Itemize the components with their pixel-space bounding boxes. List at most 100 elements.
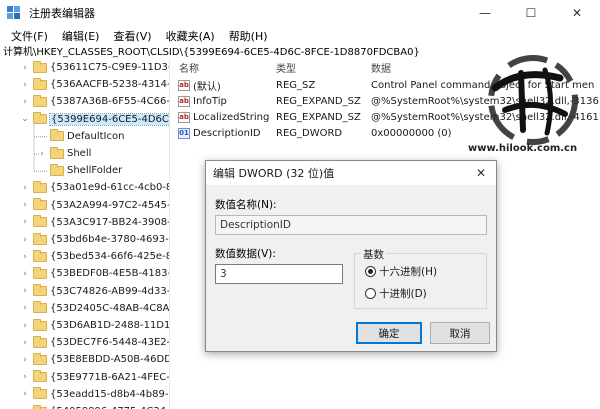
- cancel-button[interactable]: 取消: [430, 322, 490, 344]
- folder-icon: [33, 266, 47, 279]
- tree-item[interactable]: › {53611C75-C9E9-11D3-80: [20, 59, 169, 76]
- folder-icon: [50, 129, 64, 142]
- tree-item[interactable]: › {536AACFB-5238-4314-B4: [20, 76, 169, 93]
- tree-item[interactable]: › {53D6AB1D-2488-11D1-A: [20, 317, 170, 334]
- chevron-right-icon[interactable]: ›: [20, 372, 30, 382]
- value-name: (默认): [193, 81, 221, 93]
- tree-item[interactable]: ›{54058896-4775-4C34-8B: [20, 403, 169, 409]
- tree-item[interactable]: ⌄ {5399E694-6CE5-4D6C-8F: [20, 111, 169, 128]
- folder-icon: [33, 77, 47, 90]
- menu-bar: 文件(F) 编辑(E) 查看(V) 收藏夹(A) 帮助(H): [0, 26, 600, 46]
- folder-icon: [33, 352, 47, 365]
- tree-item[interactable]: › {53eadd15-d8b4-4b89-9c: [20, 386, 170, 403]
- folder-icon: [33, 198, 47, 211]
- tree-item[interactable]: › {53a01e9d-61cc-4cb0-83b: [20, 179, 169, 196]
- folder-icon: [33, 215, 47, 228]
- tree-item-label: {53bed534-66f6-425e-8b7: [50, 251, 169, 263]
- tree-item-label: {53611C75-C9E9-11D3-80: [50, 62, 169, 73]
- dialog-title: 编辑 DWORD (32 位)值: [213, 167, 335, 180]
- folder-icon: [33, 335, 47, 348]
- menu-favorites[interactable]: 收藏夹(A): [159, 28, 222, 44]
- maximize-button[interactable]: ☐: [508, 0, 554, 26]
- menu-help[interactable]: 帮助(H): [222, 28, 275, 44]
- folder-icon: [33, 232, 47, 245]
- value-type: REG_SZ: [276, 79, 316, 91]
- tree-item[interactable]: ShellFolder: [37, 162, 122, 179]
- chevron-right-icon[interactable]: ›: [20, 97, 30, 107]
- tree-item-label: {53E9771B-6A21-4FEC-B8: [50, 371, 170, 383]
- tree-item[interactable]: › {53A3C917-BB24-3908-B5: [20, 214, 169, 231]
- radio-empty-icon: [365, 288, 376, 299]
- edit-dword-dialog: 编辑 DWORD (32 位)值 ✕ 数值名称(N): DescriptionI…: [205, 160, 497, 352]
- dialog-close-button[interactable]: ✕: [466, 161, 496, 185]
- chevron-right-icon[interactable]: ›: [20, 303, 30, 313]
- tree-item[interactable]: › {53DEC7F6-5448-43E2-95: [20, 334, 169, 351]
- tree-item-label: {53C74826-AB99-4d33-AC: [50, 285, 170, 297]
- column-header-data[interactable]: 数据: [371, 59, 461, 76]
- base-label: 基数: [361, 247, 386, 262]
- menu-view[interactable]: 查看(V): [106, 28, 158, 44]
- chevron-right-icon[interactable]: ›: [20, 80, 30, 90]
- folder-icon: [33, 249, 47, 262]
- radio-hexadecimal[interactable]: 十六进制(H): [365, 264, 437, 279]
- folder-icon: [33, 180, 47, 193]
- dec-label: 十进制(D): [379, 288, 427, 300]
- tree-item[interactable]: › {53bd6b4e-3780-4693-afc: [20, 231, 169, 248]
- value-data-label: 数值数据(V):: [215, 248, 276, 260]
- tree-item-label: {53BEDF0B-4E5B-4183-8D: [50, 268, 169, 280]
- menu-edit[interactable]: 编辑(E): [55, 28, 107, 44]
- tree-item-label: {53E8EBDD-A50B-46DD-9: [50, 354, 170, 366]
- chevron-right-icon[interactable]: ›: [20, 252, 30, 262]
- value-type: REG_EXPAND_SZ: [276, 111, 361, 123]
- chevron-right-icon[interactable]: ›: [37, 149, 47, 159]
- chevron-right-icon[interactable]: ›: [20, 338, 30, 348]
- radio-decimal[interactable]: 十进制(D): [365, 286, 427, 301]
- folder-icon: [33, 370, 47, 383]
- tree-item-label: {53a01e9d-61cc-4cb0-83b: [50, 182, 169, 194]
- chevron-right-icon[interactable]: ›: [20, 286, 30, 296]
- title-bar: 注册表编辑器 — ☐ ✕: [0, 0, 600, 26]
- chevron-right-icon[interactable]: ›: [20, 200, 30, 210]
- chevron-right-icon[interactable]: ›: [20, 269, 30, 279]
- value-name-label: 数值名称(N):: [215, 199, 277, 211]
- chevron-right-icon[interactable]: ›: [20, 355, 30, 365]
- tree-item[interactable]: › {53bed534-66f6-425e-8b7: [20, 248, 169, 265]
- chevron-right-icon[interactable]: ›: [20, 235, 30, 245]
- chevron-down-icon[interactable]: ⌄: [20, 114, 30, 124]
- chevron-right-icon[interactable]: ›: [20, 63, 30, 73]
- tree-item[interactable]: › {53BEDF0B-4E5B-4183-8D: [20, 265, 169, 282]
- tree-item[interactable]: › {53D2405C-48AB-4C8A-8F: [20, 300, 170, 317]
- tree-item[interactable]: › {5387A36B-6F55-4C66-B0: [20, 93, 169, 110]
- value-data-input[interactable]: 3: [215, 264, 343, 284]
- tree-item-label: {53D2405C-48AB-4C8A-8F: [50, 302, 170, 314]
- column-header-type[interactable]: 类型: [276, 59, 366, 76]
- ok-button[interactable]: 确定: [356, 322, 422, 344]
- menu-file[interactable]: 文件(F): [4, 28, 55, 44]
- close-button[interactable]: ✕: [554, 0, 600, 26]
- chevron-right-icon[interactable]: ›: [20, 389, 30, 399]
- radio-selected-icon: [365, 266, 376, 277]
- chevron-right-icon[interactable]: ›: [20, 217, 30, 227]
- key-tree[interactable]: › {53611C75-C9E9-11D3-80 › {536AACFB-5238-4…: [0, 59, 170, 409]
- hex-label: 十六进制(H): [379, 266, 438, 278]
- folder-icon: [50, 146, 64, 159]
- tree-item[interactable]: › {53E9771B-6A21-4FEC-B8: [20, 369, 170, 386]
- window-controls: — ☐ ✕: [462, 0, 600, 26]
- value-name: InfoTip: [193, 95, 227, 107]
- tree-item-label: {53eadd15-d8b4-4b89-9c: [50, 388, 170, 400]
- chevron-right-icon[interactable]: ›: [20, 321, 30, 331]
- value-name: DescriptionID: [193, 127, 261, 139]
- tree-item[interactable]: › {53E8EBDD-A50B-46DD-9: [20, 351, 170, 368]
- tree-item-label: {53D6AB1D-2488-11D1-A: [50, 320, 170, 331]
- tree-item[interactable]: › {53C74826-AB99-4d33-AC: [20, 283, 170, 300]
- folder-icon: [33, 112, 47, 125]
- column-header-name[interactable]: 名称: [179, 59, 269, 76]
- tree-item[interactable]: › {53A2A994-97C2-4545-A9: [20, 197, 169, 214]
- minimize-button[interactable]: —: [462, 0, 508, 26]
- watermark-logo: [488, 55, 578, 145]
- tree-item-label: {5399E694-6CE5-4D6C-8F: [49, 112, 169, 126]
- tree-item-label: {53bd6b4e-3780-4693-afc: [50, 234, 169, 245]
- chevron-right-icon[interactable]: ›: [20, 183, 30, 193]
- tree-item[interactable]: › Shell: [37, 145, 91, 162]
- tree-item[interactable]: DefaultIcon: [37, 128, 124, 145]
